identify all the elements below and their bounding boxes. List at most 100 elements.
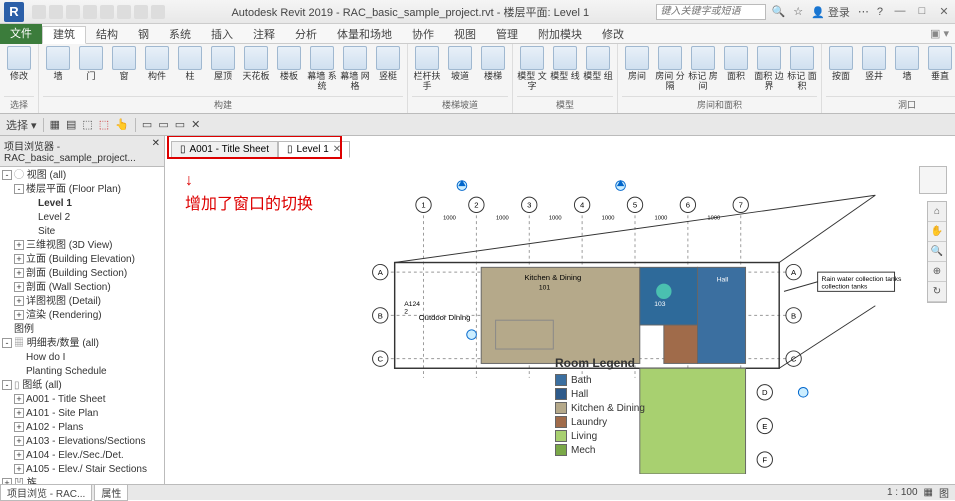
legend-item: Mech bbox=[555, 444, 645, 456]
opt-icon[interactable]: ▭ bbox=[142, 118, 152, 131]
ribbon-tab[interactable]: 注释 bbox=[243, 27, 285, 43]
ribbon-button[interactable]: 标记 面积 bbox=[787, 46, 817, 91]
ribbon-button[interactable]: 幕墙 系统 bbox=[307, 46, 337, 91]
status-tab[interactable]: 项目浏览 - RAC... bbox=[0, 484, 92, 501]
status-tab[interactable]: 属性 bbox=[94, 484, 128, 501]
opt-icon[interactable]: ▭ bbox=[158, 118, 168, 131]
infocenter-icon[interactable]: 🔍 bbox=[772, 5, 786, 18]
tree-node[interactable]: +立面 (Building Elevation) bbox=[2, 253, 162, 267]
ribbon-button[interactable]: 面积 bbox=[721, 46, 751, 81]
tree-node[interactable]: +三维视图 (3D View) bbox=[2, 239, 162, 253]
tree-node[interactable]: -▯ 图纸 (all) bbox=[2, 379, 162, 393]
ribbon-button[interactable]: 模型 文字 bbox=[517, 46, 547, 91]
tree-node[interactable]: Level 2 bbox=[2, 211, 162, 225]
opt-icon[interactable]: ✕ bbox=[191, 118, 200, 131]
tree-node[interactable]: +A001 - Title Sheet bbox=[2, 393, 162, 407]
tree-node[interactable]: +A105 - Elev./ Stair Sections bbox=[2, 463, 162, 477]
tree-node[interactable]: +A101 - Site Plan bbox=[2, 407, 162, 421]
close-button[interactable]: ✕ bbox=[933, 5, 955, 18]
login-button[interactable]: 👤 登录 bbox=[811, 4, 850, 20]
ribbon-tab[interactable]: 建筑 bbox=[42, 26, 86, 44]
tree-node[interactable]: +剖面 (Wall Section) bbox=[2, 281, 162, 295]
ribbon-button[interactable]: 坡道 bbox=[445, 46, 475, 81]
ribbon-button[interactable]: 面积 边界 bbox=[754, 46, 784, 91]
star-icon[interactable]: ☆ bbox=[793, 5, 803, 18]
quick-access-toolbar[interactable] bbox=[32, 5, 165, 19]
opt-icon[interactable]: ⬚ bbox=[82, 118, 92, 131]
ribbon-button[interactable]: 门 bbox=[76, 46, 106, 81]
ribbon-button[interactable]: 竖梃 bbox=[373, 46, 403, 81]
ribbon-tab[interactable]: 附加模块 bbox=[528, 27, 592, 43]
ribbon-tab[interactable]: 结构 bbox=[86, 27, 128, 43]
status-icon[interactable]: ▦ bbox=[924, 487, 933, 498]
ribbon-button[interactable]: 天花板 bbox=[241, 46, 271, 81]
ribbon-tab[interactable]: 修改 bbox=[592, 27, 634, 43]
ribbon-button[interactable]: 竖井 bbox=[859, 46, 889, 81]
ribbon-tab[interactable]: 视图 bbox=[444, 27, 486, 43]
tree-node[interactable]: -楼层平面 (Floor Plan) bbox=[2, 183, 162, 197]
ribbon-button[interactable]: 构件 bbox=[142, 46, 172, 81]
ribbon-button[interactable]: 栏杆扶手 bbox=[412, 46, 442, 91]
browser-close-icon[interactable]: ✕ bbox=[152, 138, 160, 164]
ribbon-button[interactable]: 模型 线 bbox=[550, 46, 580, 81]
ribbon-button[interactable]: 按面 bbox=[826, 46, 856, 81]
ribbon-button[interactable]: 柱 bbox=[175, 46, 205, 81]
tree-node[interactable]: +A102 - Plans bbox=[2, 421, 162, 435]
tree-node[interactable]: +凹 族 bbox=[2, 477, 162, 484]
select-dropdown[interactable]: 选择 ▾ bbox=[6, 117, 37, 133]
drawing-canvas[interactable]: ▯A001 - Title Sheet▯Level 1✕ ↓增加了窗口的切换 ⌂… bbox=[165, 136, 955, 484]
tree-node[interactable]: -◯ 视图 (all) bbox=[2, 169, 162, 183]
ribbon-button[interactable]: 楼梯 bbox=[478, 46, 508, 81]
document-tab[interactable]: ▯Level 1✕ bbox=[278, 141, 350, 158]
tree-node[interactable]: Site bbox=[2, 225, 162, 239]
opt-icon[interactable]: ▭ bbox=[175, 118, 185, 131]
tree-node[interactable]: Planting Schedule bbox=[2, 365, 162, 379]
ribbon-button[interactable]: 修改 bbox=[4, 46, 34, 81]
tree-node[interactable]: +A103 - Elevations/Sections bbox=[2, 435, 162, 449]
ribbon-tab[interactable]: 插入 bbox=[201, 27, 243, 43]
ribbon-tab[interactable]: 钢 bbox=[128, 27, 159, 43]
ribbon-button[interactable]: 楼板 bbox=[274, 46, 304, 81]
ribbon-button[interactable]: 墙 bbox=[892, 46, 922, 81]
search-input[interactable] bbox=[656, 4, 766, 20]
ribbon-button[interactable]: 屋顶 bbox=[208, 46, 238, 81]
tab-close-icon[interactable]: ✕ bbox=[333, 144, 341, 155]
maximize-button[interactable]: □ bbox=[911, 5, 933, 18]
minimize-button[interactable]: — bbox=[889, 5, 911, 18]
tree-node[interactable]: +渲染 (Rendering) bbox=[2, 309, 162, 323]
tree-node[interactable]: 图例 bbox=[2, 323, 162, 337]
ribbon-button[interactable]: 房间 bbox=[622, 46, 652, 81]
svg-text:B: B bbox=[378, 311, 383, 320]
ribbon-button[interactable]: 标记 房间 bbox=[688, 46, 718, 91]
tree-node[interactable]: How do I bbox=[2, 351, 162, 365]
ribbon-tab[interactable]: 管理 bbox=[486, 27, 528, 43]
ribbon-tab[interactable]: 体量和场地 bbox=[327, 27, 402, 43]
ribbon-tab[interactable]: 协作 bbox=[402, 27, 444, 43]
ribbon-button[interactable]: 窗 bbox=[109, 46, 139, 81]
help-icon[interactable]: ? bbox=[877, 6, 883, 18]
opt-icon[interactable]: ▤ bbox=[66, 118, 76, 131]
tree-node[interactable]: +A104 - Elev./Sec./Det. bbox=[2, 449, 162, 463]
tree-node[interactable]: Level 1 bbox=[2, 197, 162, 211]
tree-node[interactable]: +剖面 (Building Section) bbox=[2, 267, 162, 281]
opt-icon[interactable]: ▦ bbox=[50, 118, 60, 131]
opt-icon[interactable]: 👆 bbox=[115, 118, 129, 131]
ribbon-button[interactable]: 幕墙 网格 bbox=[340, 46, 370, 91]
scale-label[interactable]: 1 : 100 bbox=[887, 487, 918, 498]
ribbon-button[interactable]: 垂直 bbox=[925, 46, 955, 81]
ribbon-button[interactable]: 房间 分隔 bbox=[655, 46, 685, 91]
ribbon-button[interactable]: 模型 组 bbox=[583, 46, 613, 81]
ribbon-button[interactable]: 墙 bbox=[43, 46, 73, 81]
document-tab[interactable]: ▯A001 - Title Sheet bbox=[171, 141, 278, 158]
app-menu-icon[interactable]: ⋯ bbox=[858, 5, 869, 18]
ribbon-tab[interactable]: 系统 bbox=[159, 27, 201, 43]
opt-icon[interactable]: ⬚ bbox=[99, 118, 109, 131]
ribbon-tab[interactable]: 分析 bbox=[285, 27, 327, 43]
status-icon[interactable]: 图 bbox=[939, 485, 949, 500]
tree-node[interactable]: -▦ 明细表/数量 (all) bbox=[2, 337, 162, 351]
ribbon-collapse-icon[interactable]: ▣ ▾ bbox=[930, 27, 955, 40]
svg-text:2: 2 bbox=[404, 308, 408, 315]
tree-node[interactable]: +详图视图 (Detail) bbox=[2, 295, 162, 309]
file-tab[interactable]: 文件 bbox=[0, 24, 42, 44]
document-tabs: ▯A001 - Title Sheet▯Level 1✕ bbox=[165, 136, 955, 158]
